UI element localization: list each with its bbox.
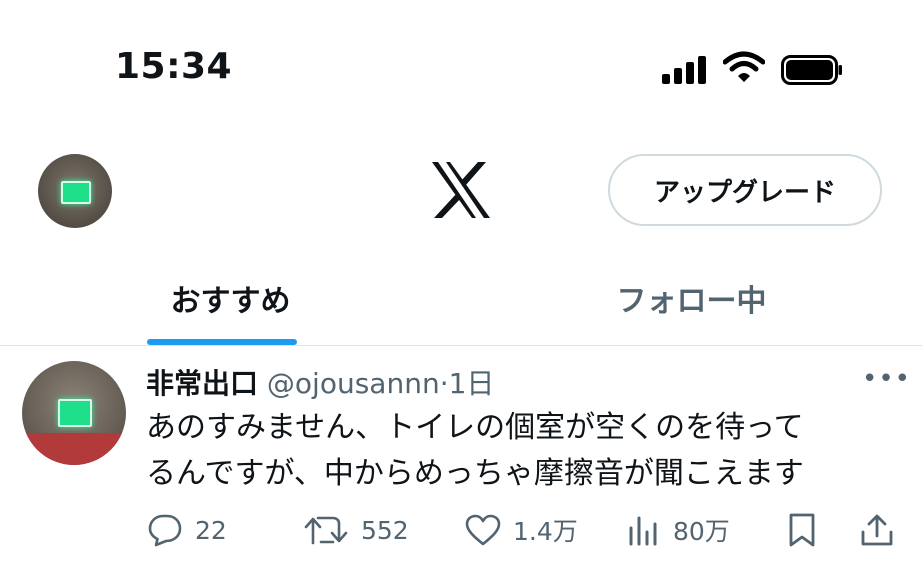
reply-count: 22 [195,515,227,545]
views-count: 80万 [673,517,730,546]
views-chart-icon [629,516,657,546]
tweet-text-line: あのすみません、トイレの個室が空くのを待って [146,410,804,445]
bookmark-icon [789,513,815,547]
tab-recommended[interactable]: おすすめ [0,262,461,346]
x-logo-icon[interactable] [430,160,492,220]
exit-sign-icon [58,399,92,427]
tweet-separator: · [439,367,449,400]
reply-icon [148,514,182,547]
tab-recommended-label: おすすめ [170,284,291,319]
tweet-author-name[interactable]: 非常出口 [146,367,258,400]
battery-icon [781,55,842,85]
bookmark-button[interactable] [788,510,816,550]
like-count: 1.4万 [513,517,578,546]
tweet-author-handle[interactable]: @ojousannn [267,367,440,400]
tweet-timestamp[interactable]: 1日 [449,367,495,400]
more-options-icon[interactable]: ••• [862,364,911,394]
share-button[interactable] [860,510,894,550]
upgrade-button-label: アップグレード [653,177,836,208]
tab-following-label: フォロー中 [616,284,767,319]
tweet-header: 非常出口 @ojousannn·1日 [146,362,494,402]
profile-avatar[interactable] [38,154,112,228]
upgrade-button[interactable]: アップグレード [608,154,882,226]
tab-following[interactable]: フォロー中 [461,262,922,346]
views-button[interactable]: 80万 [627,510,730,550]
share-icon [861,514,893,546]
reply-button[interactable]: 22 [147,510,227,550]
cellular-signal-icon [662,54,708,84]
tweet-text: あのすみません、トイレの個室が空くのを待って るんですが、中からめっちゃ摩擦音が… [146,405,886,497]
tweet-author-avatar[interactable] [22,361,126,465]
wifi-icon [723,51,765,82]
exit-sign-icon [61,181,91,204]
divider [0,345,922,346]
tweet-text-line: るんですが、中からめっちゃ摩擦音が聞こえます [146,456,804,491]
repost-count: 552 [361,515,409,545]
heart-icon [465,514,501,546]
repost-button[interactable]: 552 [303,510,409,550]
like-button[interactable]: 1.4万 [465,510,578,550]
repost-icon [304,516,348,545]
status-time: 15:34 [115,46,233,87]
